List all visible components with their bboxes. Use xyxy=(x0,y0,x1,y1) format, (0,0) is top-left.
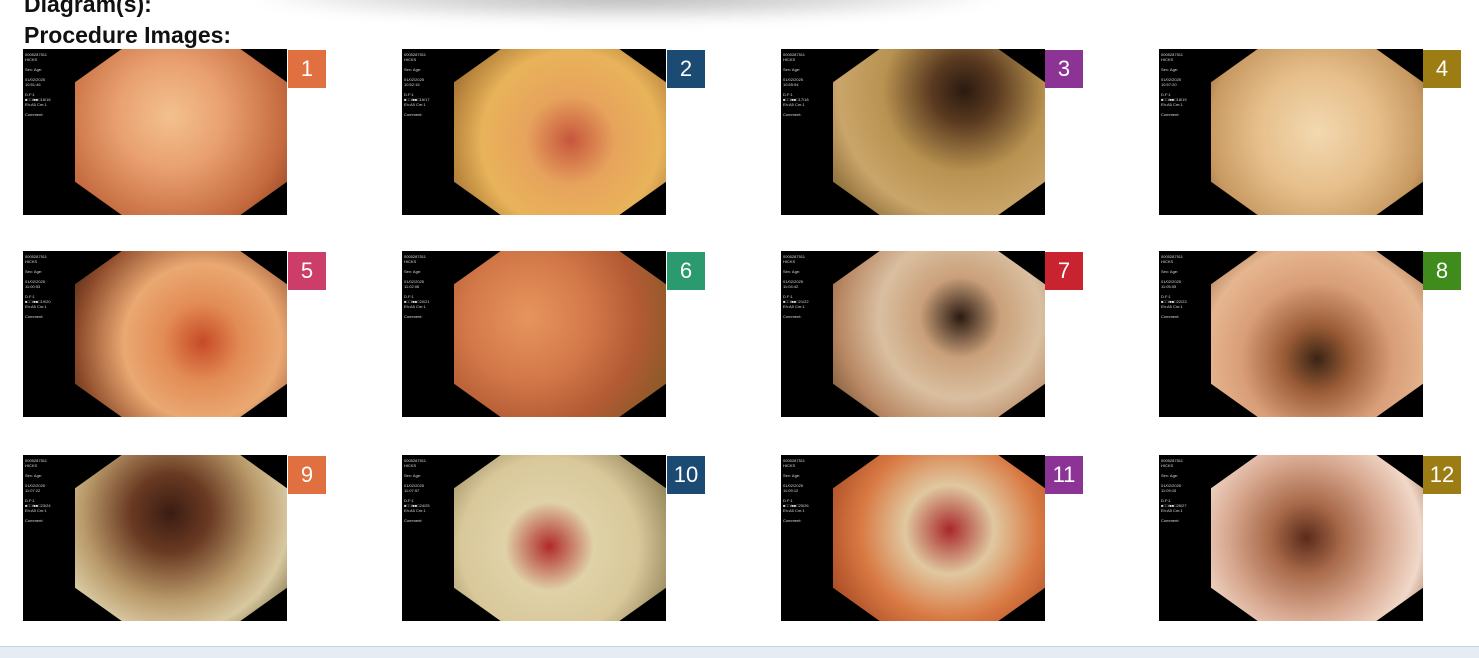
image-metadata-overlay: 0005287511 HICKS Sex: Age: 01/02/2025 11:05:… xyxy=(1161,254,1209,319)
image-number-badge: 8 xyxy=(1423,252,1461,290)
image-metadata-overlay: 0005287511 HICKS Sex: Age: 01/02/2025 11:07:… xyxy=(404,458,452,523)
endoscopic-view xyxy=(454,251,666,417)
endoscopic-view xyxy=(833,49,1045,215)
overlay-line9: Comment: xyxy=(25,518,44,523)
procedure-image[interactable]: 0005287511 HICKS Sex: Age: 01/02/2025 10:57:… xyxy=(1159,49,1423,215)
image-number-badge: 3 xyxy=(1045,50,1083,88)
procedure-image[interactable]: 0005287511 HICKS Sex: Age: 01/02/2025 11:09:… xyxy=(1159,455,1423,621)
image-metadata-overlay: 0005287511 HICKS Sex: Age: 01/02/2025 10:52:… xyxy=(404,52,452,117)
overlay-line9: Comment: xyxy=(783,112,802,117)
image-metadata-overlay: 0005287511 HICKS Sex: Age: 01/02/2025 10:51:… xyxy=(25,52,73,117)
procedure-image[interactable]: 0005287511 HICKS Sex: Age: 01/02/2025 11:09:… xyxy=(781,455,1045,621)
endoscopic-view xyxy=(1211,49,1423,215)
endoscopic-view xyxy=(454,49,666,215)
image-metadata-overlay: 0005287511 HICKS Sex: Age: 01/02/2025 10:57:… xyxy=(1161,52,1209,117)
image-number-badge: 6 xyxy=(667,252,705,290)
procedure-image[interactable]: 0005287511 HICKS Sex: Age: 01/02/2025 11:07:… xyxy=(23,455,287,621)
overlay-line9: Comment: xyxy=(1161,112,1180,117)
image-metadata-overlay: 0005287511 HICKS Sex: Age: 01/02/2025 11:00:… xyxy=(25,254,73,319)
overlay-line9: Comment: xyxy=(404,112,423,117)
overlay-line9: Comment: xyxy=(783,314,802,319)
procedure-image-grid: 0005287511 HICKS Sex: Age: 01/02/2025 10:51:… xyxy=(0,0,1479,646)
procedure-image[interactable]: 0005287511 HICKS Sex: Age: 01/02/2025 10:52:… xyxy=(402,49,666,215)
image-number-badge: 11 xyxy=(1045,456,1083,494)
overlay-line9: Comment: xyxy=(404,314,423,319)
viewer-bottom-edge xyxy=(0,646,1479,658)
image-number-badge: 12 xyxy=(1423,456,1461,494)
overlay-line9: Comment: xyxy=(1161,314,1180,319)
endoscopic-view xyxy=(833,251,1045,417)
overlay-line9: Comment: xyxy=(783,518,802,523)
procedure-image[interactable]: 0005287511 HICKS Sex: Age: 01/02/2025 11:02:… xyxy=(402,251,666,417)
image-number-badge: 9 xyxy=(288,456,326,494)
image-number-badge: 4 xyxy=(1423,50,1461,88)
endoscopic-view xyxy=(1211,251,1423,417)
endoscopic-view xyxy=(75,49,287,215)
overlay-line9: Comment: xyxy=(404,518,423,523)
overlay-line9: Comment: xyxy=(25,314,44,319)
endoscopic-view xyxy=(75,251,287,417)
endoscopic-view xyxy=(75,455,287,621)
endoscopic-view xyxy=(833,455,1045,621)
image-metadata-overlay: 0005287511 HICKS Sex: Age: 01/02/2025 11:09:… xyxy=(1161,458,1209,523)
procedure-image[interactable]: 0005287511 HICKS Sex: Age: 01/02/2025 11:00:… xyxy=(23,251,287,417)
image-metadata-overlay: 0005287511 HICKS Sex: Age: 01/02/2025 11:07:… xyxy=(25,458,73,523)
procedure-image[interactable]: 0005287511 HICKS Sex: Age: 01/02/2025 11:07:… xyxy=(402,455,666,621)
image-metadata-overlay: 0005287511 HICKS Sex: Age: 01/02/2025 11:09:… xyxy=(783,458,831,523)
overlay-line9: Comment: xyxy=(1161,518,1180,523)
image-number-badge: 2 xyxy=(667,50,705,88)
image-number-badge: 7 xyxy=(1045,252,1083,290)
image-number-badge: 5 xyxy=(288,252,326,290)
image-metadata-overlay: 0005287511 HICKS Sex: Age: 01/02/2025 11:04:… xyxy=(783,254,831,319)
endoscopic-view xyxy=(454,455,666,621)
procedure-image[interactable]: 0005287511 HICKS Sex: Age: 01/02/2025 10:51:… xyxy=(23,49,287,215)
image-metadata-overlay: 0005287511 HICKS Sex: Age: 01/02/2025 10:55:… xyxy=(783,52,831,117)
endoscopic-view xyxy=(1211,455,1423,621)
procedure-image[interactable]: 0005287511 HICKS Sex: Age: 01/02/2025 10:55:… xyxy=(781,49,1045,215)
procedure-image[interactable]: 0005287511 HICKS Sex: Age: 01/02/2025 11:04:… xyxy=(781,251,1045,417)
overlay-line9: Comment: xyxy=(25,112,44,117)
image-metadata-overlay: 0005287511 HICKS Sex: Age: 01/02/2025 11:02:… xyxy=(404,254,452,319)
image-number-badge: 10 xyxy=(667,456,705,494)
image-number-badge: 1 xyxy=(288,50,326,88)
procedure-image[interactable]: 0005287511 HICKS Sex: Age: 01/02/2025 11:05:… xyxy=(1159,251,1423,417)
